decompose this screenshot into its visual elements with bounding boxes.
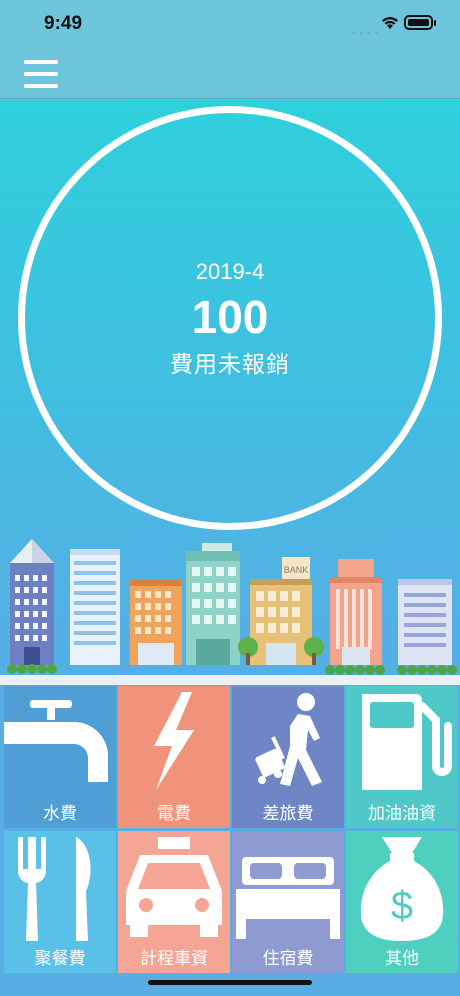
category-label-other: 其他 (385, 949, 419, 968)
summary-period: 2019-4 (195, 259, 265, 284)
bushes (7, 664, 457, 675)
unreimbursed-label: 費用未報銷 (170, 351, 290, 377)
category-tile-water[interactable]: 水費 (4, 686, 116, 828)
category-label-electricity: 電費 (157, 804, 191, 823)
sidewalk (0, 675, 460, 685)
category-label-travel: 差旅費 (262, 804, 314, 823)
bed-icon (236, 857, 340, 939)
gas-pump-icon (362, 694, 452, 790)
faucet-icon (4, 700, 108, 782)
building-7 (398, 579, 452, 665)
category-tile-dining[interactable]: 聚餐費 (4, 831, 116, 973)
bank-sign: BANK (284, 565, 309, 575)
expense-category-grid: 水費 電費 差旅費 加油油資 聚餐費 計程車資 住宿費 $ 其他 (4, 686, 458, 974)
building-1 (10, 539, 54, 665)
category-label-water: 水費 (43, 804, 77, 823)
category-tile-fuel[interactable]: 加油油資 (346, 686, 458, 828)
wifi-icon (382, 17, 398, 29)
status-bar: 9:49 • • • • (0, 0, 460, 50)
category-tile-travel[interactable]: 差旅費 (232, 686, 344, 828)
battery-tip (434, 20, 436, 26)
svg-text:$: $ (391, 884, 413, 928)
menu-icon[interactable] (24, 58, 58, 90)
signal-dots-icon: • • • • (352, 28, 380, 38)
building-4 (186, 543, 240, 665)
battery-icon (404, 15, 433, 30)
category-label-taxi: 計程車資 (140, 949, 208, 968)
home-indicator (148, 980, 312, 985)
building-2 (70, 549, 120, 665)
category-tile-taxi[interactable]: 計程車資 (118, 831, 230, 973)
taxi-icon (126, 837, 222, 937)
category-label-lodging: 住宿費 (262, 949, 314, 968)
money-bag-icon: $ (360, 837, 444, 941)
category-tile-lodging[interactable]: 住宿費 (232, 831, 344, 973)
city-skyline-illustration: BANK (0, 539, 460, 685)
building-3 (130, 580, 182, 665)
fork-knife-icon (17, 837, 91, 941)
lightning-icon (154, 692, 194, 790)
category-label-dining: 聚餐費 (34, 949, 86, 968)
status-time: 9:49 (44, 13, 83, 34)
unreimbursed-count: 100 (191, 291, 269, 343)
traveler-icon (255, 693, 322, 786)
category-tile-electricity[interactable]: 電費 (118, 686, 230, 828)
building-6 (330, 559, 382, 665)
building-5-bank: BANK (250, 557, 312, 665)
category-label-fuel: 加油油資 (368, 804, 436, 823)
nav-bar (0, 50, 460, 99)
category-tile-other[interactable]: $ 其他 (346, 831, 458, 973)
